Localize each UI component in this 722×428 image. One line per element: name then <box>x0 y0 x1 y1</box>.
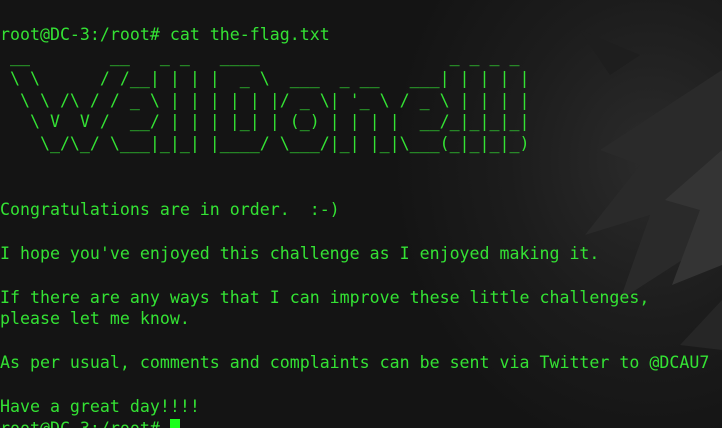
ascii-banner-line: \ V V / __/ | | | |_| | (_) | | | | __/_… <box>0 112 530 132</box>
ascii-banner-line: \ \ / /__| | | | _ \ ___ _ __ ___| | | |… <box>0 68 530 88</box>
ascii-banner-line: \ \ /\ / / _ \ | | | | | |/ _ \| '_ \ / … <box>0 90 530 110</box>
prompt: root@DC-3:/root# <box>0 419 160 428</box>
active-prompt-line[interactable]: root@DC-3:/root# <box>0 418 722 428</box>
improve-text: please let me know. <box>0 309 190 329</box>
cursor-block <box>169 418 180 428</box>
congrats-text: Congratulations are in order. :-) <box>0 200 340 220</box>
hope-text: I hope you've enjoyed this challenge as … <box>0 243 600 263</box>
prompt: root@DC-3:/root# <box>0 24 160 44</box>
ascii-banner-line: \_/\_/ \___|_|_| |____/ \___/|_| |_|\___… <box>0 134 530 154</box>
improve-text: If there are any ways that I can improve… <box>0 287 650 307</box>
command-text: cat the-flag.txt <box>169 24 330 44</box>
ascii-banner-line: __ __ _ _ ____ _ _ _ _ <box>0 46 520 66</box>
comments-text: As per usual, comments and complaints ca… <box>0 353 710 373</box>
command-line: root@DC-3:/root# cat the-flag.txt <box>0 24 722 46</box>
goodbye-text: Have a great day!!!! <box>0 397 200 417</box>
terminal-output: root@DC-3:/root# cat the-flag.txt __ __ … <box>0 2 722 428</box>
terminal-window[interactable]: root@DC-3:/root# cat the-flag.txt __ __ … <box>0 0 722 428</box>
